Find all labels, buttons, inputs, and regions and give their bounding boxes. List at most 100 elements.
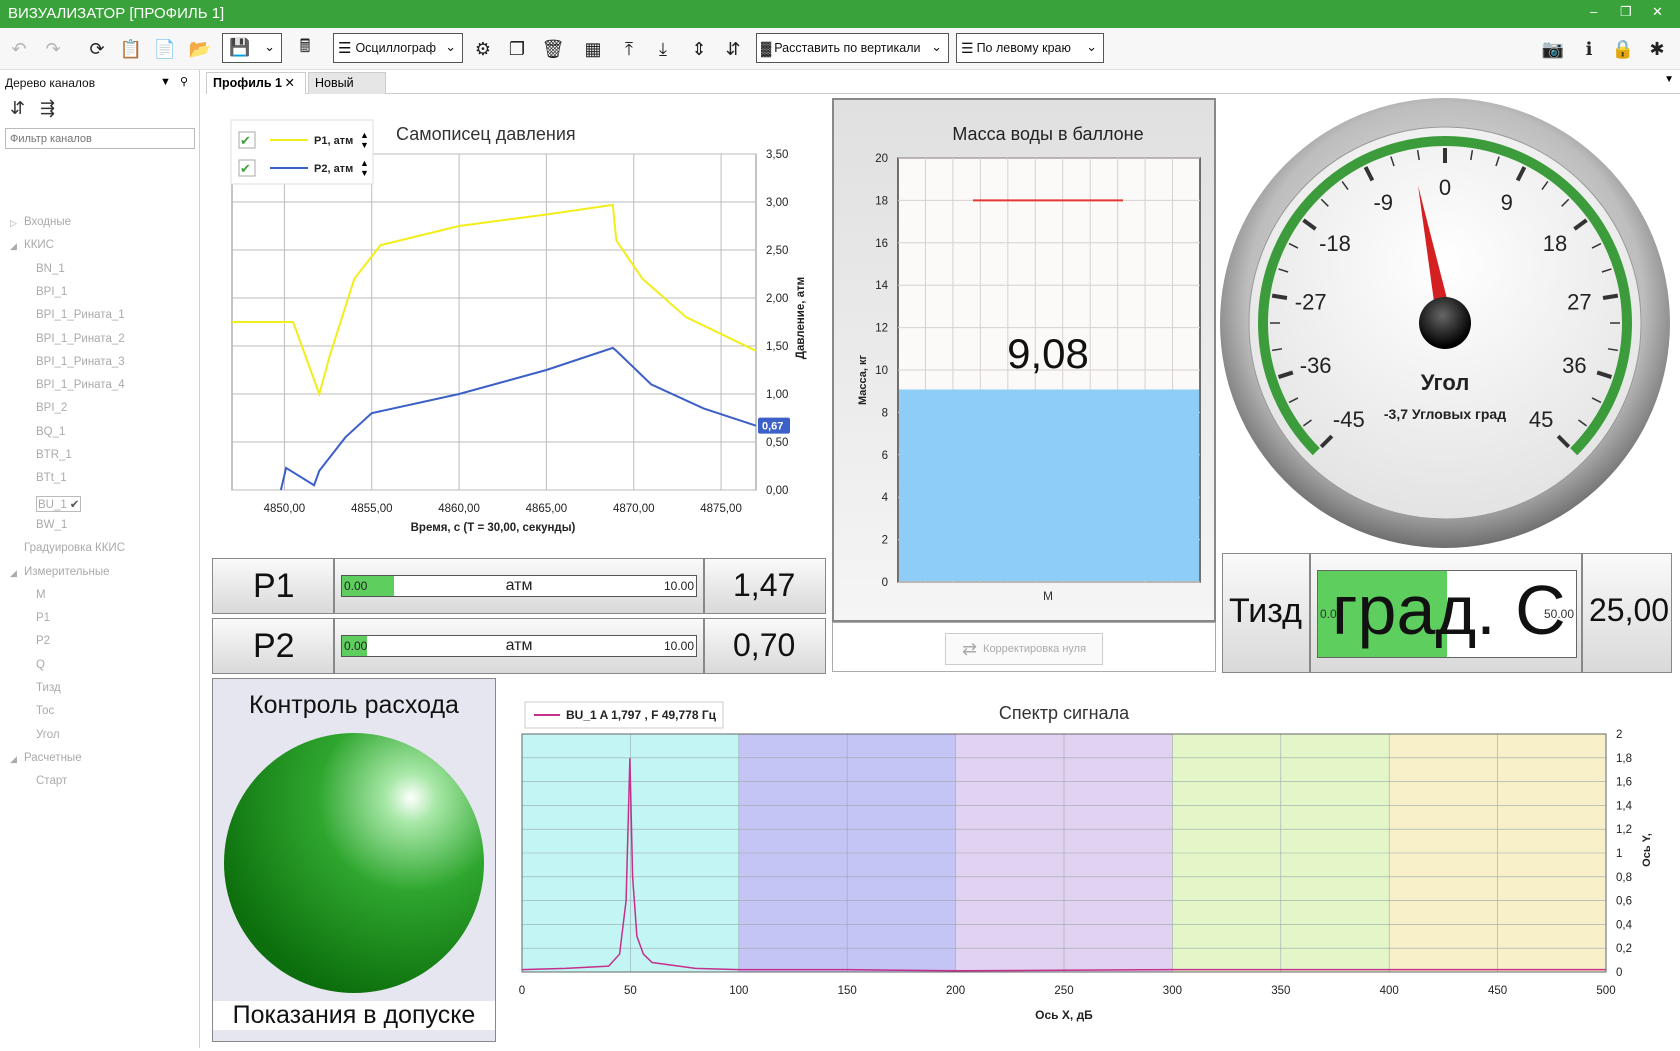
tree-item-label: Измерительные — [24, 565, 110, 578]
tree-item[interactable]: Тос — [36, 705, 54, 717]
tree-item[interactable]: BN_1 — [36, 263, 65, 275]
mode-dropdown[interactable]: ☰ Осциллограф ⌄ — [333, 33, 463, 63]
tree-item[interactable]: BTR_1 — [36, 449, 72, 461]
checkbox-check-icon[interactable]: ✔ — [240, 133, 251, 148]
tree-item-label: BPI_1_Рината_3 — [36, 355, 125, 368]
tree-item[interactable]: ◢ Измерительные — [10, 565, 110, 578]
import-icon[interactable]: ⇵ — [10, 98, 25, 119]
y-tick-label: 6 — [882, 450, 888, 462]
bar-gauge-cell: 0.00 атм 10.00 — [334, 558, 704, 614]
spin-up-icon[interactable]: ▲ — [360, 158, 369, 168]
tree-item[interactable]: M — [36, 589, 46, 601]
lock-icon[interactable]: 🔒 — [1610, 34, 1636, 64]
x-axis-label: Ось X, дБ — [1035, 1008, 1093, 1022]
tree-item[interactable]: BW_1 — [36, 519, 67, 531]
expand-arrow-icon[interactable]: ◢ — [10, 754, 17, 765]
tree-item[interactable]: BPI_1_Рината_2 — [36, 333, 125, 345]
distribute-vertical-icon[interactable]: ⇵ — [720, 34, 746, 64]
x-tick-label: 200 — [946, 985, 965, 997]
calculator-icon[interactable]: 🖩 — [292, 34, 318, 64]
export-icon[interactable]: ⇶ — [40, 98, 55, 119]
tree-item[interactable]: Тизд — [36, 682, 61, 694]
y-tick-label: 1,50 — [766, 341, 788, 353]
open-folder-icon[interactable]: 📂 — [186, 34, 214, 64]
bar-value-cell: 1,47 — [704, 558, 826, 614]
tree-item[interactable]: Угол — [36, 729, 60, 741]
tab-menu-icon[interactable]: ▼ — [1664, 74, 1674, 85]
gear-icon[interactable]: ⚙ — [470, 34, 496, 64]
expand-arrow-icon[interactable]: ▷ — [10, 218, 17, 229]
chart-title: Спектр сигнала — [999, 703, 1130, 723]
zero-correction-button[interactable]: ⇄ Корректировка нуля — [945, 633, 1103, 665]
refresh-icon[interactable]: ⟳ — [84, 34, 110, 64]
tab-profile-1[interactable]: Профиль 1 ✕ — [206, 72, 306, 94]
last-value-badge: 0,67 — [758, 417, 790, 434]
tree-item[interactable]: Старт — [36, 775, 67, 787]
y-tick-label: 20 — [875, 153, 888, 165]
tree-item[interactable]: BPI_1 — [36, 286, 67, 298]
arrange-dropdown[interactable]: ▓ Расставить по вертикали ⌄ — [756, 33, 949, 63]
spin-down-icon[interactable]: ▼ — [360, 168, 369, 178]
pressure-recorder-chart: Самописец давления 4850,00 4855,00 4860,00… — [230, 119, 807, 534]
clipboard-icon[interactable]: 📋 — [118, 34, 144, 64]
restore-icon[interactable]: ❐ — [1620, 4, 1632, 20]
x-tick-label: 450 — [1488, 985, 1507, 997]
bar-unit: атм — [505, 577, 533, 594]
camera-icon[interactable]: 📷 — [1538, 34, 1568, 64]
align-top-icon[interactable]: ⤒ — [616, 34, 642, 64]
expand-arrow-icon[interactable]: ◢ — [10, 568, 17, 579]
align-label: По левому краю — [976, 41, 1071, 55]
close-tab-icon[interactable]: ✕ — [285, 75, 295, 90]
redo-icon[interactable]: ↷ — [40, 34, 66, 64]
center-vertical-icon[interactable]: ⇕ — [686, 34, 712, 64]
tree-item-label: BPI_2 — [36, 402, 68, 415]
tree-item-label: ККИС — [24, 239, 54, 252]
y-tick-label: 18 — [875, 195, 888, 207]
pin-icon[interactable]: ⚲ — [180, 75, 188, 88]
chevron-down-icon[interactable]: ▼ — [160, 76, 171, 88]
tab-new[interactable]: Новый — [308, 72, 386, 94]
y-tick-label: 8 — [882, 407, 888, 419]
x-tick-label: 500 — [1596, 985, 1615, 997]
paste-icon[interactable]: 📄 — [152, 34, 178, 64]
tree-item[interactable]: ▷ Входные — [10, 216, 71, 228]
align-bottom-icon[interactable]: ⤓ — [650, 34, 676, 64]
layers-icon: ☰ — [338, 40, 352, 57]
close-icon[interactable]: ✕ — [1652, 4, 1663, 20]
legend-label[interactable]: BU_1 A 1,797 , F 49,778 Гц — [566, 708, 717, 722]
spin-down-icon[interactable]: ▼ — [360, 140, 369, 150]
tree-item[interactable]: BU_1 ✔ — [36, 495, 82, 512]
tree-item[interactable]: ◢ Расчетные — [10, 751, 82, 764]
minimize-icon[interactable]: – — [1590, 4, 1597, 19]
tree-item-label: Старт — [36, 775, 68, 788]
table-icon[interactable]: ▦ — [580, 34, 606, 64]
tree-item[interactable]: Q — [36, 659, 45, 671]
align-dropdown[interactable]: ☰ По левому краю ⌄ — [956, 33, 1104, 63]
tree-item[interactable]: BPI_2 — [36, 402, 67, 414]
tree-item[interactable]: P2 — [36, 635, 50, 647]
spin-up-icon[interactable]: ▲ — [360, 130, 369, 140]
tree-item[interactable]: P1 — [36, 612, 50, 624]
tree-item[interactable]: BPI_1_Рината_4 — [36, 379, 125, 391]
trash-icon[interactable]: 🗑 — [540, 34, 566, 64]
checkbox-check-icon[interactable]: ✔ — [240, 161, 251, 176]
tree-item[interactable]: BPI_1_Рината_3 — [36, 356, 125, 368]
tree-item[interactable]: BPI_1_Рината_1 — [36, 309, 125, 321]
tree-item[interactable]: BQ_1 — [36, 426, 65, 438]
x-tick-label: 4870,00 — [613, 503, 655, 515]
tizd-unit: град. С — [1332, 571, 1566, 649]
tree-item[interactable]: ◢ ККИС — [10, 239, 54, 252]
expand-arrow-icon[interactable]: ◢ — [10, 241, 17, 252]
accessibility-icon[interactable]: ✱ — [1644, 34, 1670, 64]
info-icon[interactable]: ℹ — [1576, 34, 1602, 64]
save-dropdown[interactable]: 💾 ⌄ — [222, 33, 282, 63]
undo-icon[interactable]: ↶ — [6, 34, 32, 64]
tree-item[interactable]: BTt_1 — [36, 472, 67, 484]
tree-item[interactable]: Градуировка ККИС — [24, 542, 125, 554]
y-tick-label: 12 — [875, 323, 888, 335]
tree-item-label: Расчетные — [24, 751, 82, 764]
y-tick-label: 4 — [882, 492, 889, 504]
panel-header: Дерево каналов — [5, 76, 96, 90]
copy-icon[interactable]: ❐ — [504, 34, 530, 64]
channel-filter-input[interactable] — [5, 128, 195, 149]
